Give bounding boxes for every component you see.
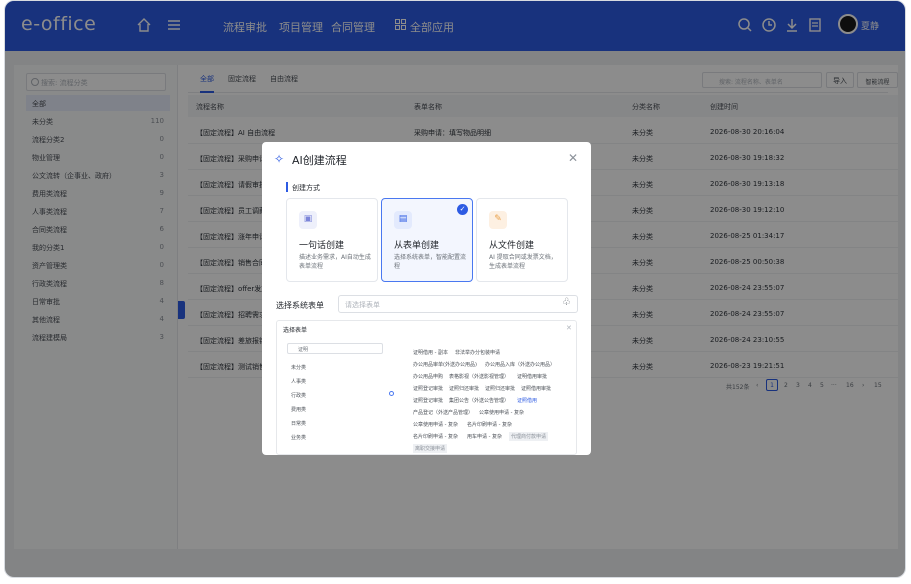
form-option[interactable]: 名片印刷申请 - 复杂	[467, 421, 512, 428]
form-option-disabled: 离职交接申请	[413, 444, 448, 453]
option-desc: 选择系统表单，智能配置流程	[394, 254, 467, 270]
image-icon: ▣	[299, 211, 317, 229]
picker-category[interactable]: 人事类	[291, 378, 306, 385]
picker-category[interactable]: 费用类	[291, 406, 306, 413]
ai-create-flow-dialog: ✧ AI创建流程 ✕ 创建方式 ▣ 一句话创建 描述业务需求，AI自动生成表单流…	[262, 142, 591, 455]
form-option[interactable]: 产品登记（外送产品管理）	[413, 409, 473, 416]
hierarchy-icon[interactable]: ♧	[562, 297, 571, 308]
option-desc: AI 提取合同或发票文档，生成表单流程	[489, 254, 557, 270]
form-option[interactable]: 证照登记审批	[413, 397, 443, 404]
form-option[interactable]: 证照借用审批	[521, 385, 551, 392]
form-option-disabled: 代理商付款申请	[509, 432, 549, 441]
picker-category[interactable]: 行政类	[291, 392, 306, 399]
create-option-form[interactable]: ▤ ✓ 从表单创建 选择系统表单，智能配置流程	[381, 198, 473, 282]
form-icon: ▤	[394, 211, 412, 229]
picker-title: 选择表单	[283, 327, 308, 334]
option-title: 从表单创建	[394, 241, 440, 251]
dialog-title: AI创建流程	[292, 154, 347, 167]
create-option-sentence[interactable]: ▣ 一句话创建 描述业务需求，AI自动生成表单流程	[286, 198, 378, 282]
option-desc: 描述业务需求，AI自动生成表单流程	[299, 254, 371, 270]
form-option[interactable]: 证明借用 - 副本	[413, 349, 448, 356]
form-option[interactable]: 集团公告（外送公告管理）	[449, 397, 509, 404]
picker-search-input[interactable]: 证明	[287, 343, 383, 354]
option-title: 从文件创建	[489, 241, 535, 251]
form-option[interactable]: 名片印刷申请 - 复杂	[413, 433, 458, 440]
form-select-input[interactable]: 请选择表单	[338, 295, 578, 313]
form-option[interactable]: 非法举办分包装申请	[455, 349, 500, 356]
form-option[interactable]: 办公用品审单(外送办公用品)	[413, 361, 477, 368]
form-option[interactable]: 用车申请 - 复杂	[467, 433, 502, 440]
section-title: 创建方式	[292, 184, 320, 192]
form-option[interactable]: 公章使用申请 - 复杂	[413, 421, 458, 428]
form-option[interactable]: 证照归还审批	[485, 385, 515, 392]
form-option[interactable]: 表格影视（外送影视管理）	[449, 373, 509, 380]
close-icon[interactable]: ✕	[568, 151, 578, 165]
form-option[interactable]: 证照归还审批	[449, 385, 479, 392]
check-icon: ✓	[457, 204, 468, 215]
form-option[interactable]: 公章使用申请 - 复杂	[479, 409, 524, 416]
form-option[interactable]: 证照登记审批	[413, 385, 443, 392]
form-picker-dropdown: 选择表单 ✕ 证明 未分类 人事类 行政类 费用类 日常类 业务类 证明借用 -…	[276, 320, 577, 455]
form-option[interactable]: 证照借用	[517, 397, 537, 404]
form-option[interactable]: 办公用品申购	[413, 373, 443, 380]
radio-icon[interactable]	[389, 391, 394, 396]
picker-category[interactable]: 未分类	[291, 364, 306, 371]
form-select-label: 选择系统表单	[276, 301, 324, 310]
close-icon[interactable]: ✕	[566, 324, 572, 332]
form-option[interactable]: 办公用品入库（外送办公用品）	[485, 361, 555, 368]
sparkle-icon: ✧	[274, 152, 285, 166]
picker-category[interactable]: 日常类	[291, 420, 306, 427]
section-accent	[286, 182, 288, 192]
clip-icon: ✎	[489, 211, 507, 229]
create-option-file[interactable]: ✎ 从文件创建 AI 提取合同或发票文档，生成表单流程	[476, 198, 568, 282]
form-option[interactable]: 证明借用审批	[517, 373, 547, 380]
option-title: 一句话创建	[299, 241, 345, 251]
picker-category[interactable]: 业务类	[291, 434, 306, 441]
